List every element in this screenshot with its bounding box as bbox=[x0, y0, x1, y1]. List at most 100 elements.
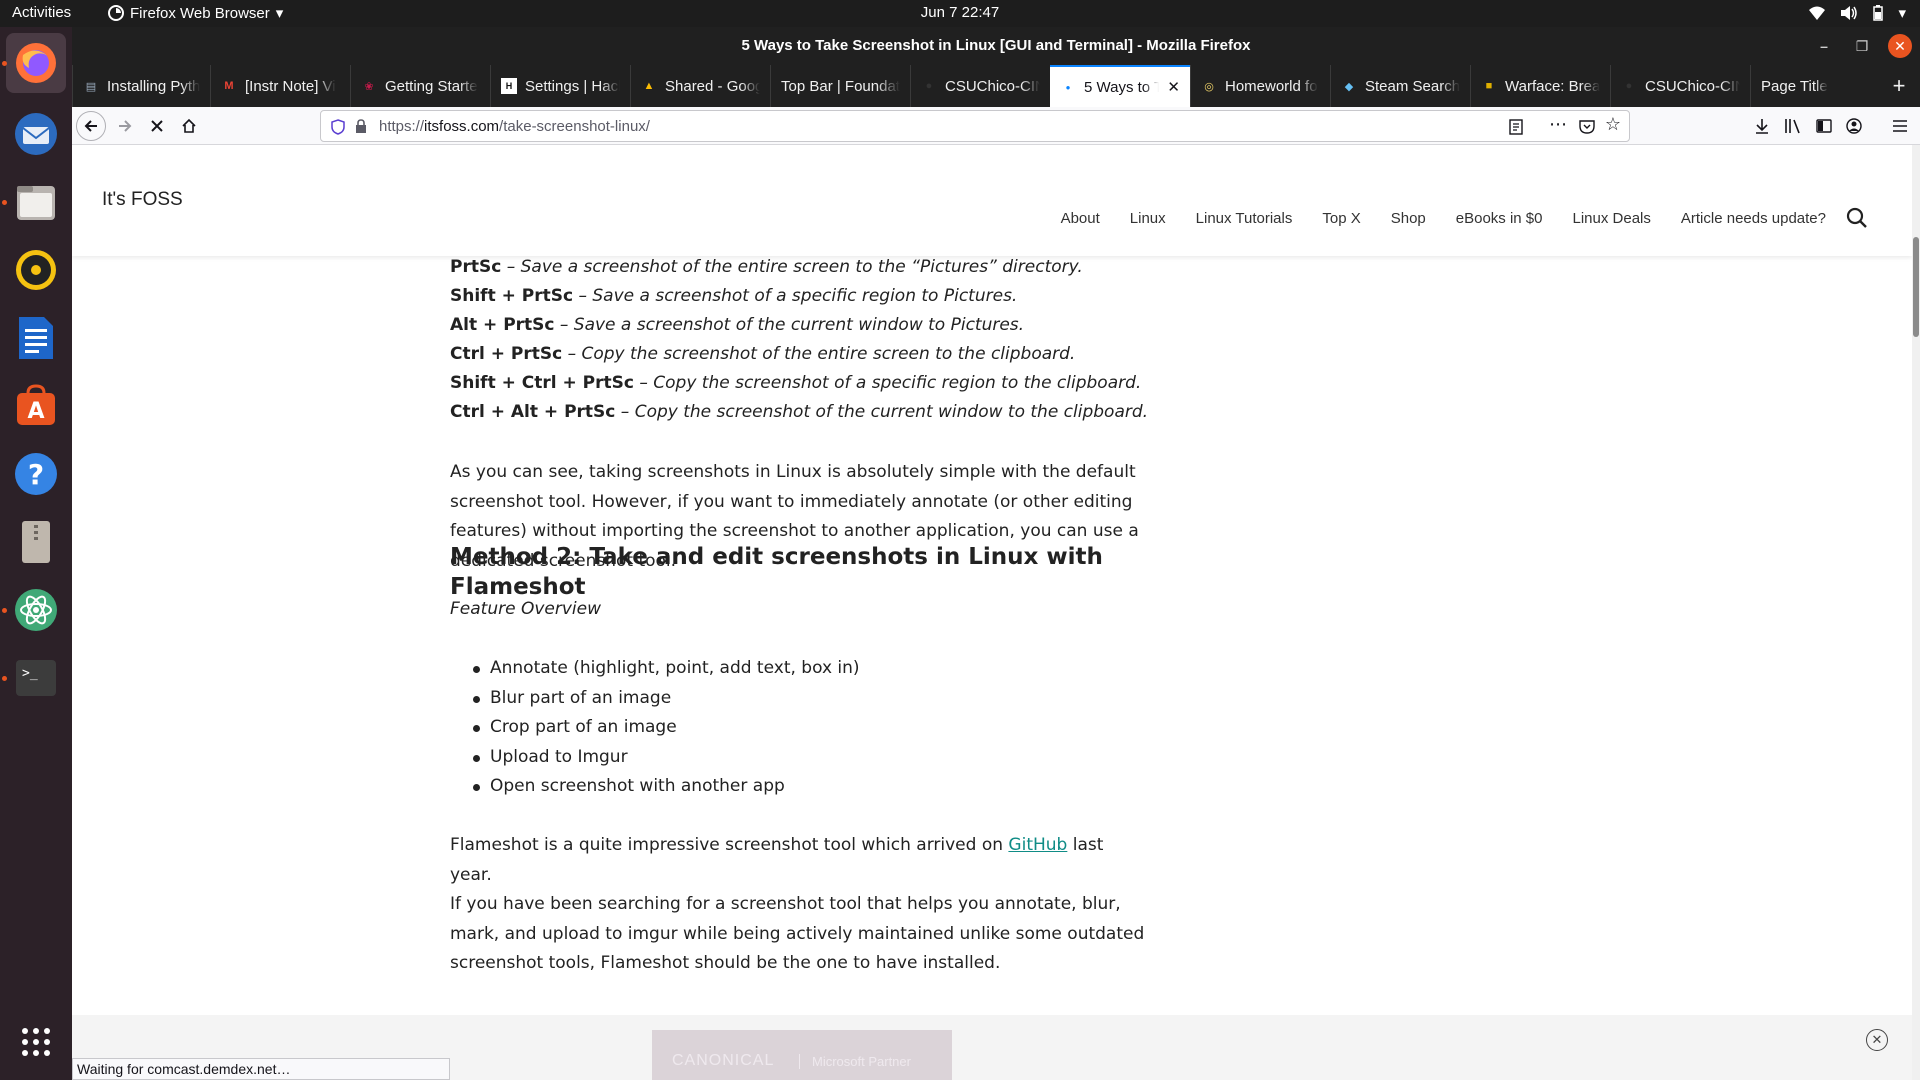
scrollbar-thumb[interactable] bbox=[1913, 237, 1919, 337]
tab-installing-python[interactable]: ▤ Installing Pyth bbox=[72, 65, 210, 107]
tab-page-title[interactable]: Page Title bbox=[1750, 65, 1870, 107]
dock-ubuntu-software[interactable]: A bbox=[6, 376, 66, 436]
dock-archive-manager[interactable] bbox=[6, 512, 66, 572]
page-actions-icon[interactable]: ⋯ bbox=[1549, 114, 1567, 135]
tab-homeworld[interactable]: ◎ Homeworld fo bbox=[1190, 65, 1330, 107]
tab-label: Steam Search bbox=[1365, 77, 1460, 95]
tab-top-bar[interactable]: Top Bar | Foundat bbox=[770, 65, 910, 107]
stop-loading-button[interactable] bbox=[142, 111, 172, 141]
section-heading: Method 2: Take and edit screenshots in L… bbox=[450, 544, 1103, 600]
back-button[interactable] bbox=[76, 111, 106, 141]
tab-instr-note[interactable]: M [Instr Note] Vi bbox=[210, 65, 350, 107]
loading-dot-icon: ● bbox=[1065, 82, 1071, 92]
minimize-button[interactable]: – bbox=[1812, 34, 1836, 58]
close-tab-icon[interactable]: ✕ bbox=[1167, 78, 1180, 96]
tab-label: CSUChico-CIN bbox=[945, 77, 1040, 95]
shortcut-line: Ctrl + Alt + PrtSc – Copy the screenshot… bbox=[450, 398, 1148, 428]
site-logo[interactable]: It's FOSS bbox=[102, 189, 183, 211]
tab-label: 5 Ways to Ta bbox=[1084, 78, 1159, 96]
github-icon: ● bbox=[1625, 80, 1633, 92]
nav-about[interactable]: About bbox=[1061, 210, 1100, 227]
svg-text:>_: >_ bbox=[22, 666, 38, 681]
pocket-icon[interactable] bbox=[1579, 119, 1595, 134]
show-applications-button[interactable] bbox=[6, 1012, 66, 1072]
tab-csuchico-1[interactable]: ● CSUChico-CIN bbox=[910, 65, 1050, 107]
system-tray[interactable]: ▾ bbox=[1808, 4, 1906, 22]
app-menu[interactable]: Firefox Web Browser ▾ bbox=[108, 4, 283, 22]
nav-article-update[interactable]: Article needs update? bbox=[1681, 210, 1826, 227]
dock-atom[interactable] bbox=[6, 580, 66, 640]
shortcut-key: Ctrl + PrtSc bbox=[450, 344, 563, 364]
account-icon[interactable] bbox=[1846, 118, 1862, 134]
tab-csuchico-2[interactable]: ● CSUChico-CIN bbox=[1610, 65, 1750, 107]
sidebar-icon[interactable] bbox=[1816, 118, 1832, 134]
bookmark-star-icon[interactable]: ☆ bbox=[1605, 114, 1621, 135]
tab-strip: ▤ Installing Pyth M [Instr Note] Vi ❀ Ge… bbox=[72, 65, 1920, 107]
home-button[interactable] bbox=[174, 111, 204, 141]
rhythmbox-icon bbox=[16, 250, 56, 290]
steam-icon: ◆ bbox=[1344, 80, 1354, 93]
reader-view-icon[interactable] bbox=[1508, 119, 1524, 135]
tab-settings-hack[interactable]: H Settings | Hack bbox=[490, 65, 630, 107]
lock-icon[interactable] bbox=[355, 119, 367, 134]
dock-firefox[interactable] bbox=[6, 33, 66, 93]
tab-label: CSUChico-CIN bbox=[1645, 77, 1740, 95]
dock-running-indicator bbox=[2, 200, 7, 205]
url-text[interactable]: https://itsfoss.com/take-screenshot-linu… bbox=[379, 118, 650, 135]
url-bar[interactable]: https://itsfoss.com/take-screenshot-linu… bbox=[320, 110, 1630, 142]
forward-arrow-icon bbox=[119, 120, 132, 132]
tracking-protection-shield-icon[interactable] bbox=[331, 119, 345, 135]
tab-warface[interactable]: ■ Warface: Brea bbox=[1470, 65, 1610, 107]
dock-libreoffice-writer[interactable] bbox=[6, 308, 66, 368]
shortcut-desc: – Save a screenshot of a specific region… bbox=[573, 286, 1018, 306]
dock-files[interactable] bbox=[6, 172, 66, 232]
tab-label: Shared - Goog bbox=[665, 77, 760, 95]
canonical-ad[interactable]: CANONICAL Microsoft Partner bbox=[652, 1030, 952, 1080]
window-titlebar[interactable]: 5 Ways to Take Screenshot in Linux [GUI … bbox=[72, 27, 1920, 65]
clock[interactable]: Jun 7 22:47 bbox=[0, 4, 1920, 21]
tab-5-ways-screenshot[interactable]: ● 5 Ways to Ta ✕ bbox=[1050, 65, 1190, 107]
search-icon[interactable] bbox=[1846, 207, 1868, 229]
nav-linux[interactable]: Linux bbox=[1130, 210, 1166, 227]
tab-shared-google[interactable]: ▲ Shared - Goog bbox=[630, 65, 770, 107]
list-item: Crop part of an image bbox=[450, 713, 1150, 743]
nav-top-x[interactable]: Top X bbox=[1322, 210, 1360, 227]
dock-help[interactable]: ? bbox=[6, 444, 66, 504]
site-nav: About Linux Linux Tutorials Top X Shop e… bbox=[1061, 210, 1826, 227]
nav-shop[interactable]: Shop bbox=[1391, 210, 1426, 227]
shortcut-line: Shift + PrtSc – Save a screenshot of a s… bbox=[450, 282, 1017, 312]
dock-thunderbird[interactable] bbox=[6, 104, 66, 164]
tab-label: Settings | Hack bbox=[525, 77, 620, 95]
nav-ebooks[interactable]: eBooks in $0 bbox=[1456, 210, 1543, 227]
close-ad-icon[interactable]: ✕ bbox=[1866, 1029, 1888, 1051]
hamburger-menu-icon[interactable] bbox=[1892, 119, 1908, 133]
dock-rhythmbox[interactable] bbox=[6, 240, 66, 300]
tab-getting-started[interactable]: ❀ Getting Starte bbox=[350, 65, 490, 107]
shortcut-key: Ctrl + Alt + PrtSc bbox=[450, 402, 616, 422]
activities-button[interactable]: Activities bbox=[12, 4, 71, 21]
library-icon[interactable] bbox=[1784, 118, 1802, 134]
shortcut-key: PrtSc bbox=[450, 257, 502, 277]
shortcut-line: Ctrl + PrtSc – Copy the screenshot of th… bbox=[450, 340, 1075, 370]
tab-label: Page Title bbox=[1761, 77, 1828, 95]
dock-terminal[interactable]: >_ bbox=[6, 648, 66, 708]
nav-linux-deals[interactable]: Linux Deals bbox=[1573, 210, 1651, 227]
dock: A ? >_ bbox=[0, 27, 72, 1080]
shortcut-desc: – Save a screenshot of the current windo… bbox=[554, 315, 1025, 335]
close-window-button[interactable]: ✕ bbox=[1888, 34, 1912, 58]
list-item: Blur part of an image bbox=[450, 684, 1150, 714]
tab-steam-search[interactable]: ◆ Steam Search bbox=[1330, 65, 1470, 107]
thunderbird-icon bbox=[15, 113, 57, 155]
github-link[interactable]: GitHub bbox=[1008, 835, 1067, 855]
new-tab-button[interactable]: + bbox=[1886, 73, 1912, 99]
svg-text:A: A bbox=[27, 399, 44, 424]
nav-linux-tutorials[interactable]: Linux Tutorials bbox=[1196, 210, 1293, 227]
url-scheme: https:// bbox=[379, 118, 425, 135]
maximize-button[interactable]: ❐ bbox=[1850, 34, 1874, 58]
downloads-icon[interactable] bbox=[1754, 118, 1770, 134]
paragraph: If you have been searching for a screens… bbox=[450, 894, 1145, 973]
github-icon: ● bbox=[925, 80, 933, 92]
forward-button[interactable] bbox=[110, 111, 140, 141]
page-scrollbar[interactable] bbox=[1912, 145, 1920, 1080]
archive-icon bbox=[22, 521, 50, 563]
